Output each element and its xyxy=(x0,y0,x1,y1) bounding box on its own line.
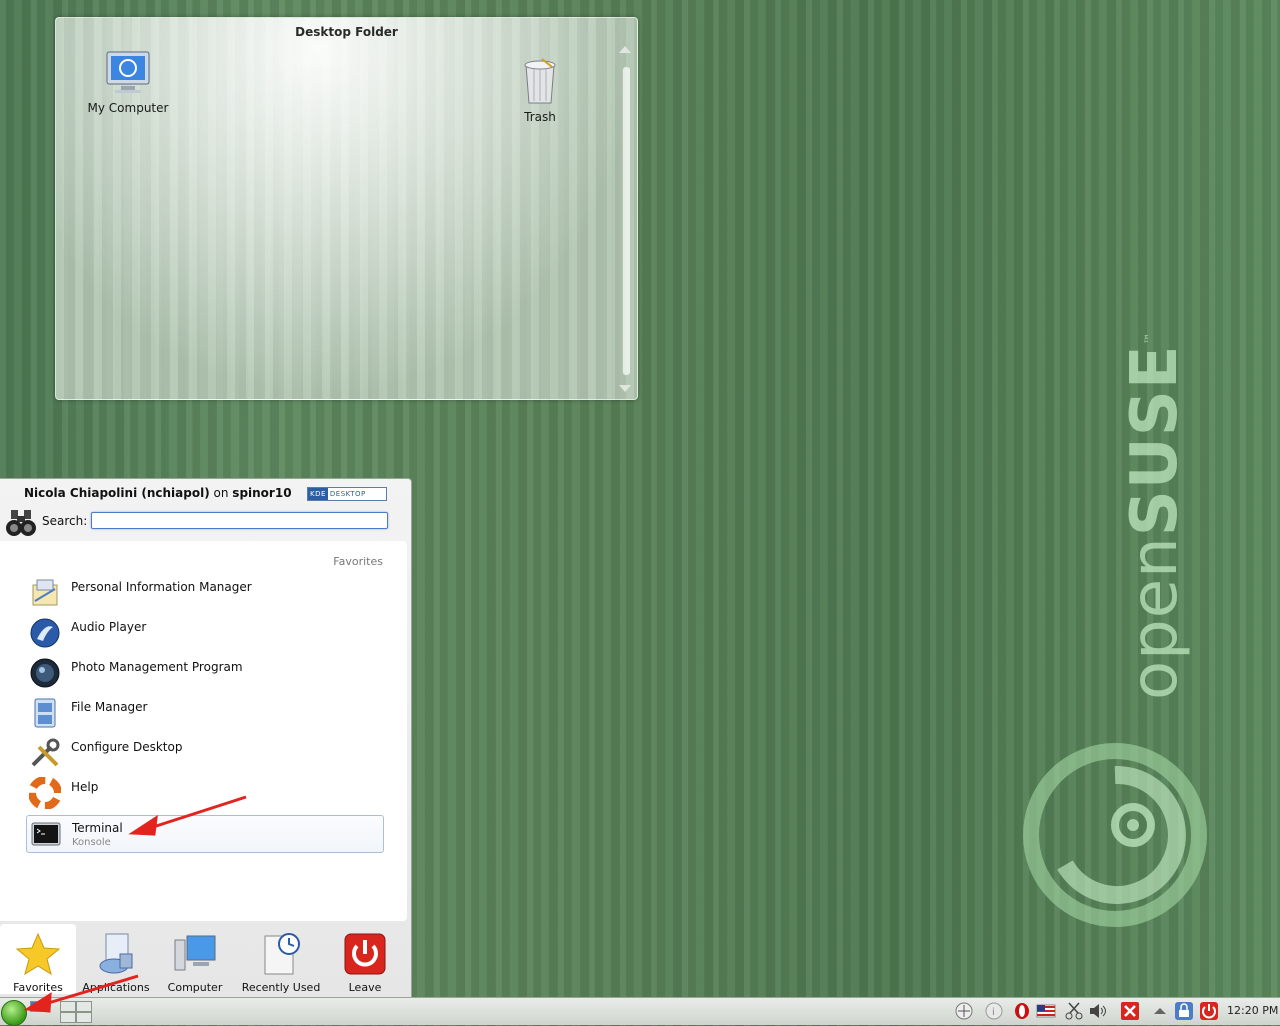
favorite-item-photo-management[interactable]: Photo Management Program xyxy=(26,655,382,691)
tab-computer[interactable]: Computer xyxy=(157,924,233,994)
computer-icon xyxy=(106,51,150,93)
kickoff-launcher-button[interactable] xyxy=(1,1000,27,1026)
wallpaper-brand: openSUSE™ xyxy=(1118,331,1192,700)
opera-icon[interactable] xyxy=(1012,1001,1032,1021)
scrollbar-track[interactable] xyxy=(622,66,631,376)
scroll-up-icon[interactable] xyxy=(619,46,631,53)
favorites-panel: Favorites Personal Information Manager A… xyxy=(0,541,407,921)
tab-label: Leave xyxy=(348,981,382,994)
favorite-label: File Manager xyxy=(71,700,148,714)
help-icon xyxy=(29,777,61,809)
search-label: Search: xyxy=(42,514,88,528)
tab-recently-used[interactable]: Recently Used xyxy=(241,924,321,994)
section-title: Favorites xyxy=(333,555,383,568)
favorite-item-help[interactable]: Help xyxy=(26,775,382,811)
tab-applications[interactable]: Applications xyxy=(78,924,154,994)
volume-icon[interactable] xyxy=(1088,1001,1108,1021)
trash-icon xyxy=(524,58,556,104)
folder-scrollbar[interactable] xyxy=(619,46,631,392)
tab-label: Recently Used xyxy=(241,981,321,994)
scroll-down-icon[interactable] xyxy=(619,385,631,392)
taskbar-panel: i 12:20 PM xyxy=(0,997,1280,1026)
file-manager-icon xyxy=(34,698,56,728)
computer-icon xyxy=(174,935,216,971)
pim-icon xyxy=(32,579,58,606)
audio-player-icon xyxy=(30,618,60,648)
terminal-icon xyxy=(31,822,61,846)
tab-label: Applications xyxy=(82,981,150,994)
desktop-icon-label: My Computer xyxy=(87,101,169,115)
favorite-item-file-manager[interactable]: File Manager xyxy=(26,695,382,731)
pager-desktop-2[interactable] xyxy=(60,1001,76,1012)
pager-desktop-5[interactable] xyxy=(76,1012,92,1023)
favorite-label: Personal Information Manager xyxy=(71,580,252,594)
pager-desktop-4[interactable] xyxy=(60,1012,76,1023)
binoculars-icon xyxy=(6,510,36,536)
desktop-icon-trash[interactable]: Trash xyxy=(495,57,585,124)
tab-favorites[interactable]: Favorites xyxy=(0,924,76,994)
info-icon[interactable]: i xyxy=(984,1001,1004,1021)
clock[interactable]: 12:20 PM xyxy=(1227,1004,1278,1017)
kde-desktop-badge: KDE DESKTOP xyxy=(307,487,387,501)
kickoff-tabs: Favorites Applications Computer Recently… xyxy=(0,924,411,998)
favorite-label: Terminal xyxy=(72,821,123,835)
favorite-item-pim[interactable]: Personal Information Manager xyxy=(26,575,382,611)
star-icon xyxy=(15,932,61,976)
tray-expand-icon[interactable] xyxy=(1150,1001,1170,1021)
desktop-folder-widget[interactable]: Desktop Folder My Computer Trash xyxy=(55,17,638,400)
favorite-label: Photo Management Program xyxy=(71,660,243,674)
favorite-item-configure-desktop[interactable]: Configure Desktop xyxy=(26,735,382,771)
pager-desktop-3[interactable] xyxy=(76,1001,92,1012)
favorite-item-audio-player[interactable]: Audio Player xyxy=(26,615,382,651)
kickoff-menu: Nicola Chiapolini (nchiapol) on spinor10… xyxy=(0,478,412,999)
power-icon xyxy=(344,933,386,975)
favorite-item-terminal[interactable]: Terminal Konsole xyxy=(26,815,384,853)
folder-title: Desktop Folder xyxy=(295,25,398,39)
tab-leave[interactable]: Leave xyxy=(327,924,403,994)
photo-icon xyxy=(30,658,60,688)
pager-desktop-1[interactable] xyxy=(30,1001,46,1012)
close-red-icon[interactable] xyxy=(1120,1001,1140,1021)
configure-icon xyxy=(31,738,60,767)
search-input[interactable] xyxy=(91,512,388,529)
user-info: Nicola Chiapolini (nchiapol) on spinor10 xyxy=(24,486,292,500)
svg-text:i: i xyxy=(992,1007,995,1018)
tab-label: Favorites xyxy=(13,981,63,994)
opensuse-logo xyxy=(1023,743,1207,927)
favorite-label: Audio Player xyxy=(71,620,147,634)
logout-power-icon[interactable] xyxy=(1199,1001,1219,1021)
lock-screen-icon[interactable] xyxy=(1174,1001,1194,1021)
clock-icon xyxy=(264,933,300,975)
desktop-icon-my-computer[interactable]: My Computer xyxy=(83,50,173,115)
applications-icon xyxy=(99,933,133,974)
keyboard-layout-flag-icon[interactable] xyxy=(1036,1001,1056,1021)
scissors-icon[interactable] xyxy=(1064,1001,1084,1021)
network-icon[interactable] xyxy=(954,1001,974,1021)
favorite-label: Help xyxy=(71,780,99,794)
favorite-label: Configure Desktop xyxy=(71,740,183,754)
desktop-icon-label: Trash xyxy=(524,110,556,124)
tab-label: Computer xyxy=(167,981,223,994)
favorite-sublabel: Konsole xyxy=(72,837,111,848)
